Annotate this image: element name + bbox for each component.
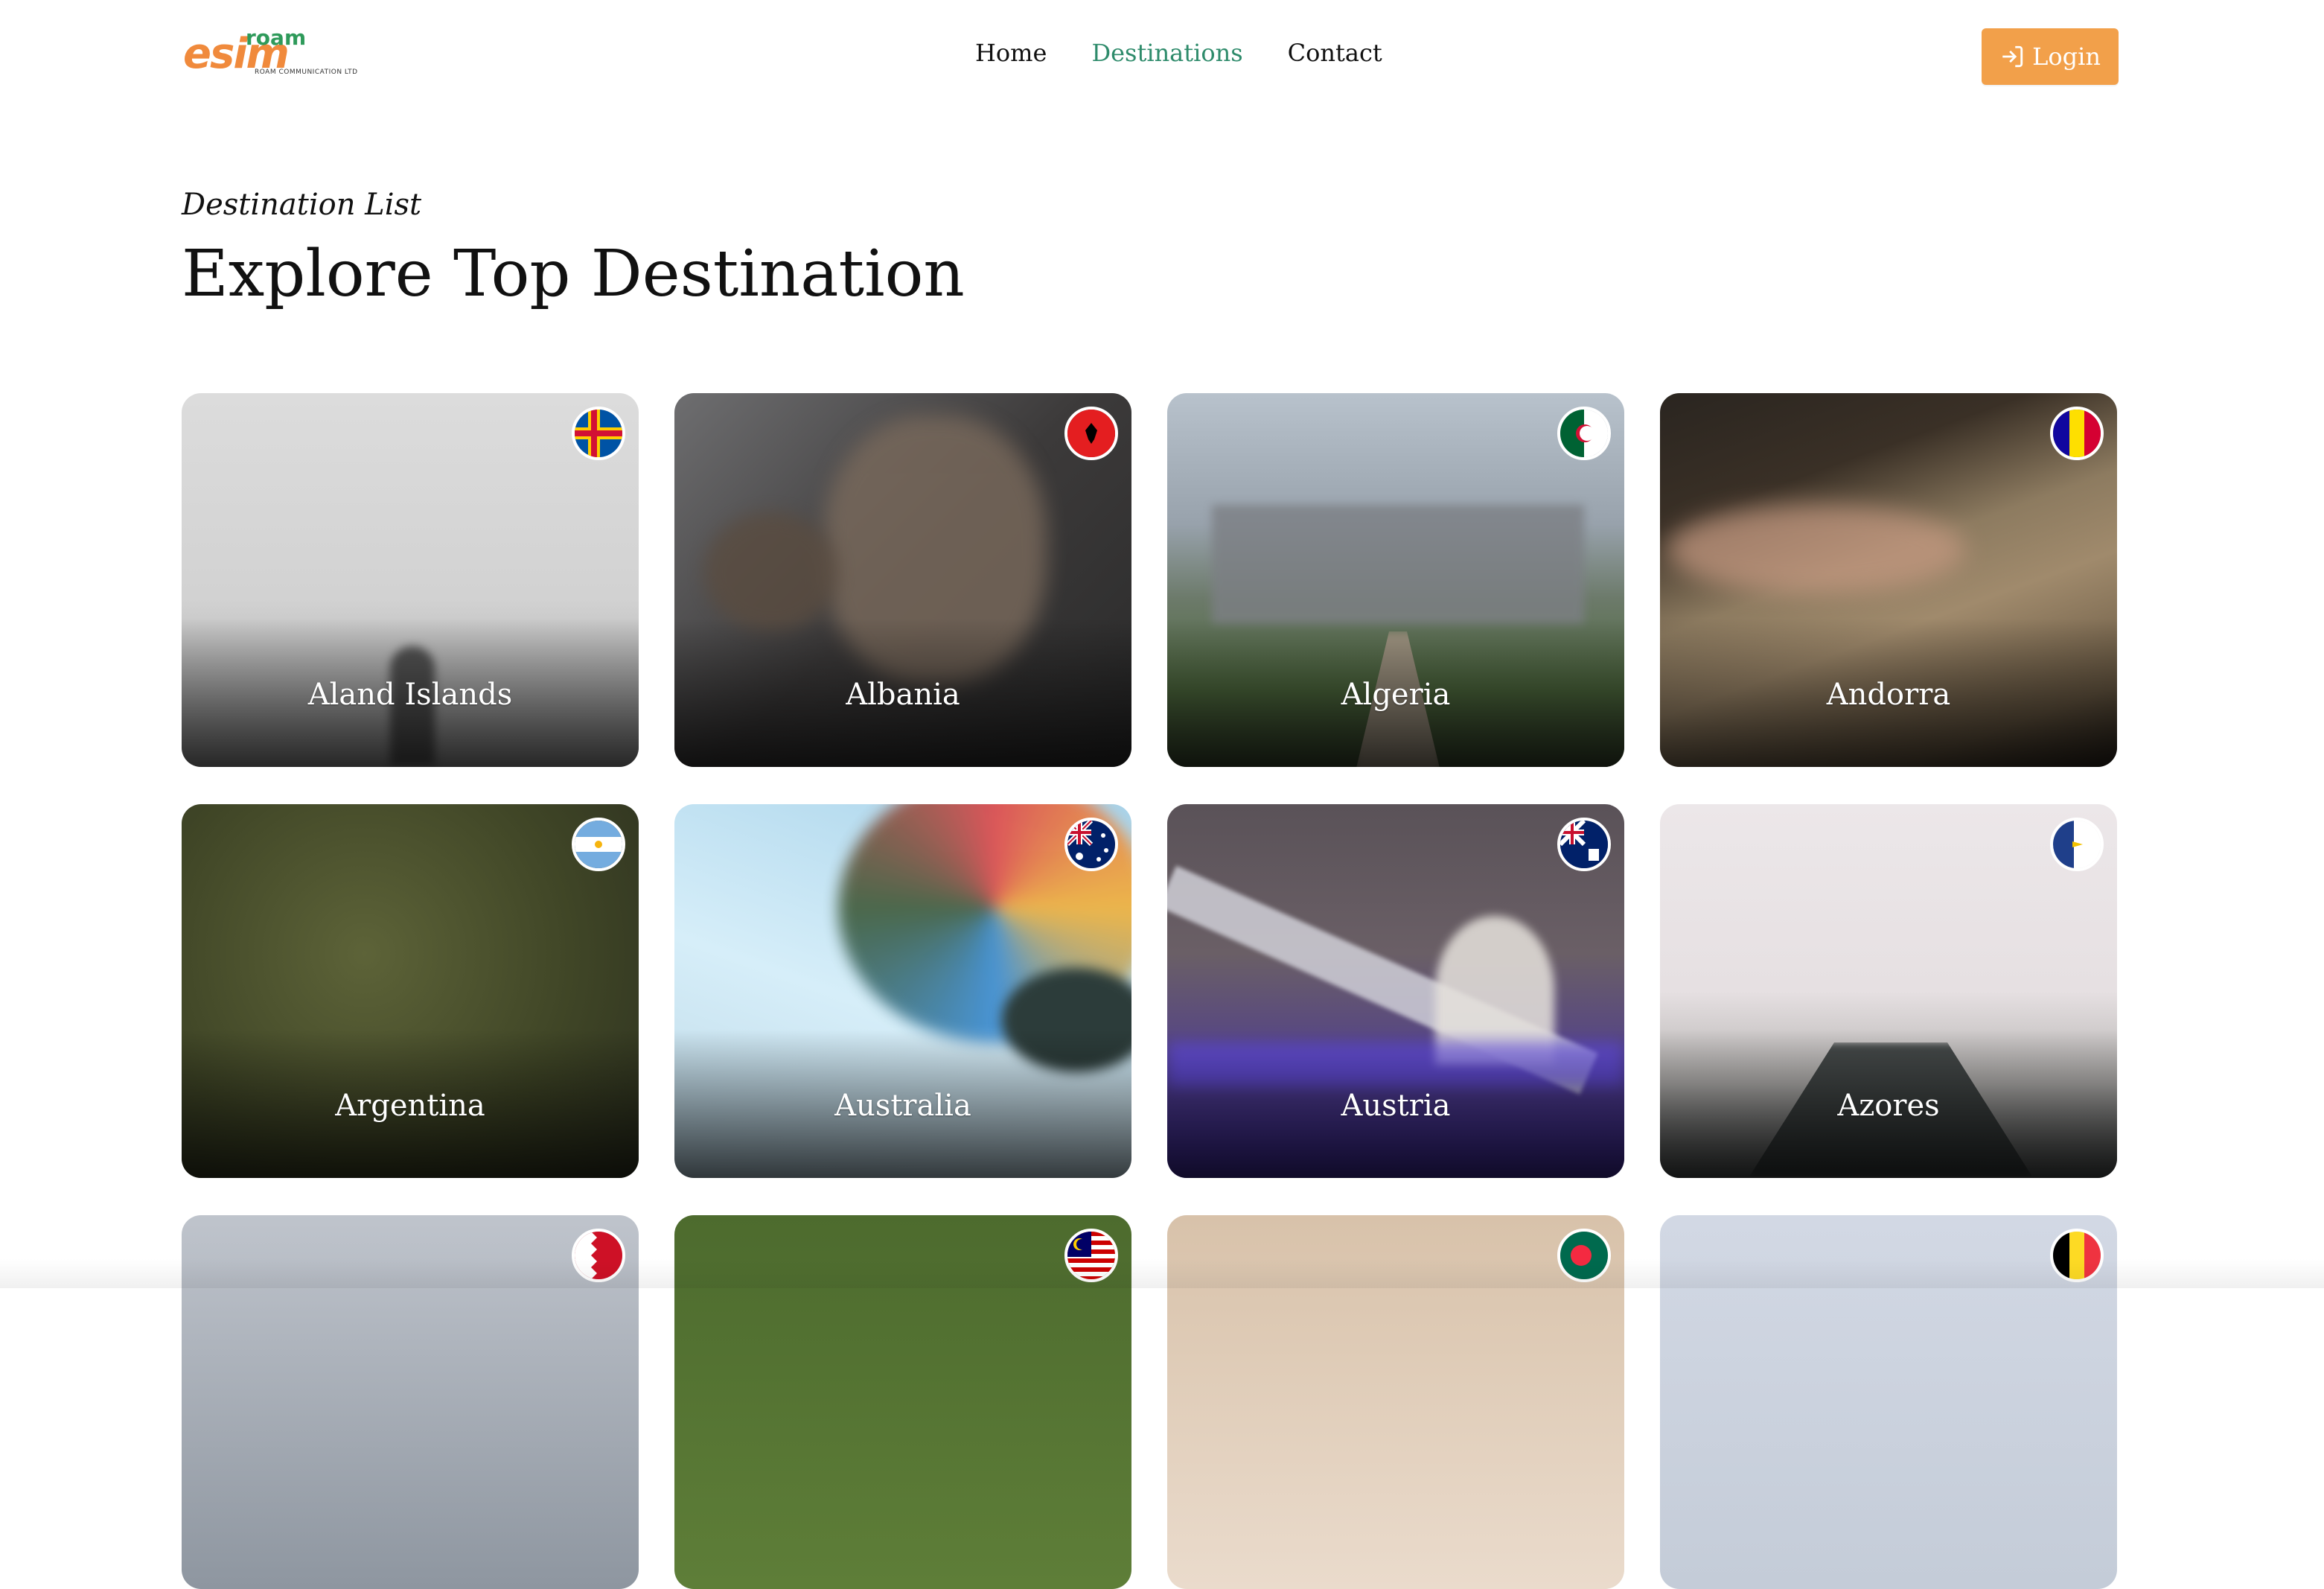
destination-card-azores[interactable]: Azores bbox=[1660, 804, 2117, 1178]
login-label: Login bbox=[2032, 42, 2101, 71]
destination-card-australia[interactable]: Australia bbox=[674, 804, 1131, 1178]
bottom-fade bbox=[0, 1258, 2324, 1288]
section-subtitle: Destination List bbox=[182, 188, 422, 222]
destination-card-algeria[interactable]: Algeria bbox=[1167, 393, 1624, 767]
destination-card-albania[interactable]: Albania bbox=[674, 393, 1131, 767]
login-icon bbox=[2002, 45, 2023, 68]
nav-contact[interactable]: Contact bbox=[1288, 39, 1382, 67]
nav-destinations[interactable]: Destinations bbox=[1091, 39, 1242, 67]
logo-roam-text: roam bbox=[246, 25, 307, 50]
destination-card-andorra[interactable]: Andorra bbox=[1660, 393, 2117, 767]
australia-flag-icon bbox=[1064, 818, 1118, 871]
destination-grid: Aland Islands Albania Algeria Andorra Ar… bbox=[182, 393, 2119, 1589]
nav-home[interactable]: Home bbox=[975, 39, 1047, 67]
login-button[interactable]: Login bbox=[1982, 28, 2119, 85]
destination-name: Azores bbox=[1837, 1089, 1940, 1123]
destination-name: Aland Islands bbox=[307, 678, 513, 712]
argentina-flag-icon bbox=[572, 818, 625, 871]
destination-name: Albania bbox=[846, 678, 960, 712]
destination-name: Argentina bbox=[335, 1089, 485, 1123]
algeria-flag-icon bbox=[1557, 407, 1611, 460]
logo[interactable]: esim roam ROAM COMMUNICATION LTD bbox=[183, 25, 357, 82]
azores-flag-icon bbox=[2050, 818, 2104, 871]
main-nav: Home Destinations Contact bbox=[975, 39, 1382, 67]
destination-card-argentina[interactable]: Argentina bbox=[182, 804, 639, 1178]
destination-card-aland-islands[interactable]: Aland Islands bbox=[182, 393, 639, 767]
destination-name: Algeria bbox=[1341, 678, 1451, 712]
logo-subtext: ROAM COMMUNICATION LTD bbox=[255, 69, 358, 76]
destination-name: Australia bbox=[834, 1089, 971, 1123]
aland-flag-icon bbox=[572, 407, 625, 460]
destination-name: Austria bbox=[1341, 1089, 1451, 1123]
andorra-flag-icon bbox=[2050, 407, 2104, 460]
destination-name: Andorra bbox=[1826, 678, 1951, 712]
page-title: Explore Top Destination bbox=[182, 237, 965, 311]
albania-flag-icon bbox=[1064, 407, 1118, 460]
austria-flag-icon bbox=[1557, 818, 1611, 871]
destination-card-austria[interactable]: Austria bbox=[1167, 804, 1624, 1178]
